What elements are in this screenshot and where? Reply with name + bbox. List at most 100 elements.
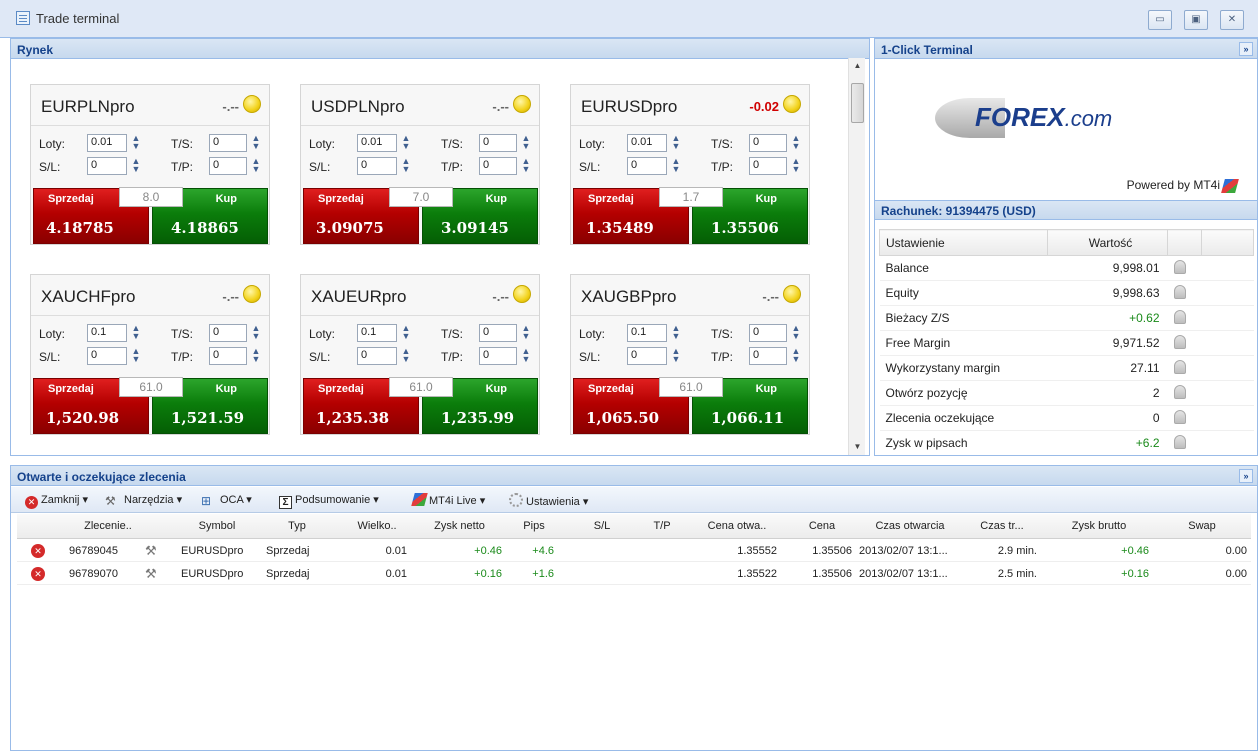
ts-stepper[interactable]: 0 ▲ ▼ bbox=[209, 324, 260, 342]
orders-column-header[interactable]: Zlecenie.. bbox=[63, 520, 153, 532]
account-col-value[interactable]: Wartość bbox=[1047, 229, 1168, 256]
oca-menu[interactable]: ⊞ OCA ▾ bbox=[201, 493, 252, 508]
alert-bell-icon[interactable] bbox=[1173, 384, 1186, 399]
orders-column-header[interactable]: Symbol bbox=[177, 520, 257, 532]
tp-stepper[interactable]: 0 ▲ ▼ bbox=[479, 347, 530, 365]
account-row[interactable]: Otwórz pozycję 2 bbox=[879, 380, 1254, 406]
stepper-arrows-icon[interactable]: ▲ ▼ bbox=[398, 134, 414, 152]
stepper-arrows-icon[interactable]: ▲ ▼ bbox=[248, 324, 264, 342]
collapse-right-icon[interactable]: » bbox=[1239, 42, 1253, 56]
lots-stepper[interactable]: 0.1 ▲ ▼ bbox=[627, 324, 680, 342]
summary-menu[interactable]: Σ Podsumowanie ▾ bbox=[279, 493, 379, 509]
maximize-button[interactable]: ▣ bbox=[1184, 10, 1208, 30]
orders-column-header[interactable]: Cena bbox=[792, 520, 852, 532]
sl-stepper[interactable]: 0 ▲ ▼ bbox=[357, 347, 410, 365]
ts-stepper[interactable]: 0 ▲ ▼ bbox=[479, 134, 530, 152]
ts-stepper[interactable]: 0 ▲ ▼ bbox=[209, 134, 260, 152]
alert-bell-icon[interactable] bbox=[1173, 259, 1186, 274]
sl-stepper[interactable]: 0 ▲ ▼ bbox=[627, 347, 680, 365]
account-row[interactable]: Wykorzystany margin 27.11 bbox=[879, 355, 1254, 381]
account-col-alert bbox=[1167, 229, 1202, 256]
settings-menu[interactable]: Ustawienia ▾ bbox=[509, 493, 588, 508]
stepper-arrows-icon[interactable]: ▲ ▼ bbox=[128, 134, 144, 152]
stepper-arrows-icon[interactable]: ▲ ▼ bbox=[128, 347, 144, 365]
orders-column-header[interactable]: Czas tr... bbox=[967, 520, 1037, 532]
lots-stepper[interactable]: 0.1 ▲ ▼ bbox=[87, 324, 140, 342]
tp-stepper[interactable]: 0 ▲ ▼ bbox=[749, 157, 800, 175]
tp-stepper[interactable]: 0 ▲ ▼ bbox=[479, 157, 530, 175]
scroll-thumb[interactable] bbox=[851, 83, 864, 123]
stepper-arrows-icon[interactable]: ▲ ▼ bbox=[518, 324, 534, 342]
sl-stepper[interactable]: 0 ▲ ▼ bbox=[627, 157, 680, 175]
stepper-arrows-icon[interactable]: ▲ ▼ bbox=[668, 134, 684, 152]
scroll-down-arrow-icon[interactable]: ▼ bbox=[849, 439, 866, 455]
close-order-icon[interactable]: ✕ bbox=[31, 567, 45, 581]
sl-stepper[interactable]: 0 ▲ ▼ bbox=[87, 157, 140, 175]
lots-stepper[interactable]: 0.1 ▲ ▼ bbox=[357, 324, 410, 342]
ts-stepper[interactable]: 0 ▲ ▼ bbox=[749, 134, 800, 152]
stepper-arrows-icon[interactable]: ▲ ▼ bbox=[518, 134, 534, 152]
account-row[interactable]: Balance 9,998.01 bbox=[879, 255, 1254, 281]
sl-stepper[interactable]: 0 ▲ ▼ bbox=[357, 157, 410, 175]
order-row[interactable]: ✕ ⚒ 96789070 EURUSDpro Sprzedaj 0.01 +0.16 +1.6… bbox=[17, 563, 1251, 585]
orders-column-header[interactable]: Zysk brutto bbox=[1049, 520, 1149, 532]
orders-column-header[interactable]: Typ bbox=[262, 520, 332, 532]
account-col-setting[interactable]: Ustawienie bbox=[879, 229, 1048, 256]
close-window-button[interactable]: ✕ bbox=[1220, 10, 1244, 30]
stepper-arrows-icon[interactable]: ▲ ▼ bbox=[788, 157, 804, 175]
alert-bell-icon[interactable] bbox=[1173, 284, 1186, 299]
stepper-arrows-icon[interactable]: ▲ ▼ bbox=[398, 347, 414, 365]
orders-column-header[interactable]: Czas otwarcia bbox=[855, 520, 965, 532]
market-scrollbar[interactable]: ▲ ▼ bbox=[848, 58, 865, 455]
alert-bell-icon[interactable] bbox=[1173, 309, 1186, 324]
orders-column-header[interactable]: Zysk netto bbox=[417, 520, 502, 532]
close-order-icon[interactable]: ✕ bbox=[31, 544, 45, 558]
stepper-arrows-icon[interactable]: ▲ ▼ bbox=[128, 157, 144, 175]
mt4i-live-menu[interactable]: MT4i Live ▾ bbox=[411, 493, 485, 507]
close-order-menu[interactable]: ✕ Zamknij ▾ bbox=[25, 493, 88, 509]
stepper-arrows-icon[interactable]: ▲ ▼ bbox=[518, 157, 534, 175]
tp-stepper[interactable]: 0 ▲ ▼ bbox=[209, 157, 260, 175]
orders-column-header[interactable]: Swap bbox=[1157, 520, 1247, 532]
account-row[interactable]: Equity 9,998.63 bbox=[879, 280, 1254, 306]
minimize-button[interactable]: ▭ bbox=[1148, 10, 1172, 30]
stepper-arrows-icon[interactable]: ▲ ▼ bbox=[788, 347, 804, 365]
lots-stepper[interactable]: 0.01 ▲ ▼ bbox=[357, 134, 410, 152]
orders-column-header[interactable]: Pips bbox=[514, 520, 554, 532]
orders-column-header[interactable]: T/P bbox=[637, 520, 687, 532]
orders-column-header[interactable]: Cena otwa.. bbox=[697, 520, 777, 532]
scroll-up-arrow-icon[interactable]: ▲ bbox=[849, 58, 866, 74]
account-row[interactable]: Bieżacy Z/S +0.62 bbox=[879, 305, 1254, 331]
tp-stepper[interactable]: 0 ▲ ▼ bbox=[749, 347, 800, 365]
orders-column-header[interactable]: S/L bbox=[577, 520, 627, 532]
stepper-arrows-icon[interactable]: ▲ ▼ bbox=[248, 157, 264, 175]
lots-stepper[interactable]: 0.01 ▲ ▼ bbox=[87, 134, 140, 152]
alert-bell-icon[interactable] bbox=[1173, 434, 1186, 449]
account-row[interactable]: Zlecenia oczekujące 0 bbox=[879, 405, 1254, 431]
stepper-arrows-icon[interactable]: ▲ ▼ bbox=[668, 324, 684, 342]
stepper-arrows-icon[interactable]: ▲ ▼ bbox=[788, 134, 804, 152]
collapse-down-icon[interactable]: » bbox=[1239, 469, 1253, 483]
stepper-arrows-icon[interactable]: ▲ ▼ bbox=[248, 134, 264, 152]
account-row[interactable]: Zysk w pipsach +6.2 bbox=[879, 430, 1254, 455]
stepper-arrows-icon[interactable]: ▲ ▼ bbox=[788, 324, 804, 342]
stepper-arrows-icon[interactable]: ▲ ▼ bbox=[518, 347, 534, 365]
ts-stepper[interactable]: 0 ▲ ▼ bbox=[479, 324, 530, 342]
tools-menu[interactable]: ⚒ Narzędzia ▾ bbox=[105, 493, 182, 508]
stepper-arrows-icon[interactable]: ▲ ▼ bbox=[128, 324, 144, 342]
sl-stepper[interactable]: 0 ▲ ▼ bbox=[87, 347, 140, 365]
order-row[interactable]: ✕ ⚒ 96789045 EURUSDpro Sprzedaj 0.01 +0.46 +4.6… bbox=[17, 540, 1251, 562]
alert-bell-icon[interactable] bbox=[1173, 409, 1186, 424]
account-row[interactable]: Free Margin 9,971.52 bbox=[879, 330, 1254, 356]
lots-stepper[interactable]: 0.01 ▲ ▼ bbox=[627, 134, 680, 152]
stepper-arrows-icon[interactable]: ▲ ▼ bbox=[668, 347, 684, 365]
orders-column-header[interactable]: Wielko.. bbox=[347, 520, 407, 532]
stepper-arrows-icon[interactable]: ▲ ▼ bbox=[398, 157, 414, 175]
tp-stepper[interactable]: 0 ▲ ▼ bbox=[209, 347, 260, 365]
alert-bell-icon[interactable] bbox=[1173, 334, 1186, 349]
ts-stepper[interactable]: 0 ▲ ▼ bbox=[749, 324, 800, 342]
stepper-arrows-icon[interactable]: ▲ ▼ bbox=[668, 157, 684, 175]
alert-bell-icon[interactable] bbox=[1173, 359, 1186, 374]
stepper-arrows-icon[interactable]: ▲ ▼ bbox=[398, 324, 414, 342]
stepper-arrows-icon[interactable]: ▲ ▼ bbox=[248, 347, 264, 365]
